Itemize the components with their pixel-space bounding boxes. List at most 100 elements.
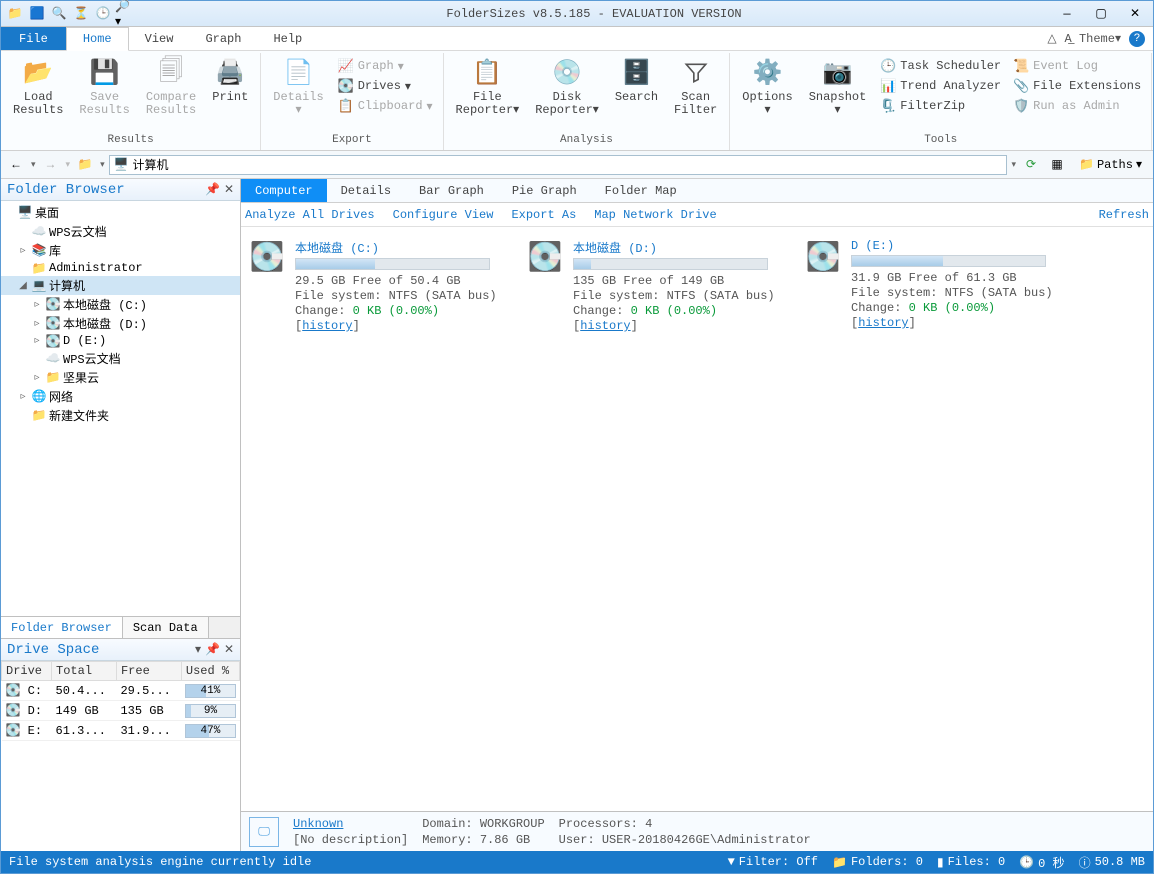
export-drives-button[interactable]: 💽Drives▾ (334, 77, 437, 95)
pin-icon[interactable]: 📌 (205, 642, 220, 657)
run-as-admin-button[interactable]: 🛡️Run as Admin (1009, 97, 1145, 115)
tree-toggle-icon[interactable]: ▹ (31, 318, 43, 330)
tree-toggle-icon[interactable]: ▹ (17, 391, 29, 403)
tree-item[interactable]: ▹ 💽 本地磁盘 (D:) (1, 314, 240, 333)
tab-folder-map[interactable]: Folder Map (591, 179, 691, 202)
task-scheduler-button[interactable]: 🕒Task Scheduler (876, 57, 1005, 75)
nav-up-button[interactable]: 📁 (74, 154, 96, 176)
event-log-button[interactable]: 📜Event Log (1009, 57, 1145, 75)
trend-analyzer-button[interactable]: 📊Trend Analyzer (876, 77, 1005, 95)
export-graph-button[interactable]: 📈Graph▾ (334, 57, 437, 75)
tree-item[interactable]: ▹ 💽 D (E:) (1, 333, 240, 349)
close-button[interactable]: ✕ (1121, 4, 1149, 24)
pin-icon[interactable]: 📌 (205, 182, 220, 197)
action-export-as[interactable]: Export As (511, 208, 576, 222)
tree-item[interactable]: 🖥️ 桌面 (1, 203, 240, 222)
history-link[interactable]: history (858, 316, 908, 330)
filterzip-button[interactable]: 🗜️FilterZip (876, 97, 1005, 115)
tree-toggle-icon[interactable]: ▹ (31, 372, 43, 384)
qat-icon-2[interactable]: 🔍 (49, 4, 69, 24)
qat-funnel-icon[interactable]: ⏳ (71, 4, 91, 24)
tab-details[interactable]: Details (327, 179, 405, 202)
tab-folder-browser[interactable]: Folder Browser (1, 617, 123, 638)
nav-forward-button[interactable]: → (40, 154, 62, 176)
tab-home[interactable]: Home (66, 27, 129, 51)
tree-item[interactable]: 📁 新建文件夹 (1, 406, 240, 425)
file-menu[interactable]: File (1, 27, 66, 50)
compare-results-button[interactable]: 🗐Compare Results (140, 55, 202, 119)
qat-zoom-icon[interactable]: 🔎▾ (115, 4, 135, 24)
qat-clock-icon[interactable]: 🕒 (93, 4, 113, 24)
tab-pie-graph[interactable]: Pie Graph (498, 179, 591, 202)
minimize-button[interactable]: — (1053, 4, 1081, 24)
action-refresh[interactable]: Refresh (1099, 208, 1149, 222)
drive-card[interactable]: 💽 D (E:) 31.9 GB Free of 61.3 GB File sy… (805, 239, 1065, 331)
maximize-button[interactable]: ▢ (1087, 4, 1115, 24)
action-configure-view[interactable]: Configure View (393, 208, 494, 222)
table-row[interactable]: 💽 D: 149 GB135 GB 9% (2, 701, 240, 721)
qat-app-icon[interactable]: 📁 (5, 4, 25, 24)
tree-toggle-icon[interactable]: ▹ (17, 245, 29, 257)
col-free[interactable]: Free (116, 662, 181, 681)
tree-item[interactable]: ◢ 💻 计算机 (1, 276, 240, 295)
tree-item[interactable]: ▹ 🌐 网络 (1, 387, 240, 406)
nav-stop-button[interactable]: ▦ (1046, 154, 1068, 176)
tree-item[interactable]: ☁️ WPS云文档 (1, 222, 240, 241)
snapshot-button[interactable]: 📷Snapshot▾ (803, 55, 873, 119)
file-extensions-button[interactable]: 📎File Extensions (1009, 77, 1145, 95)
action-map-network-drive[interactable]: Map Network Drive (594, 208, 716, 222)
tree-item[interactable]: ▹ 📁 坚果云 (1, 368, 240, 387)
table-row[interactable]: 💽 E: 61.3...31.9... 47% (2, 721, 240, 741)
nav-refresh-button[interactable]: ⟳ (1020, 154, 1042, 176)
tree-item[interactable]: ▹ 💽 本地磁盘 (C:) (1, 295, 240, 314)
export-clipboard-button[interactable]: 📋Clipboard▾ (334, 97, 437, 115)
file-icon: ▮ (937, 855, 944, 870)
chevron-down-icon[interactable]: ▾ (195, 642, 201, 657)
status-filter[interactable]: ▼Filter: Off (728, 855, 818, 869)
options-button[interactable]: ⚙️Options▾ (736, 55, 798, 119)
load-results-button[interactable]: 📂Load Results (7, 55, 69, 119)
tree-item[interactable]: ▹ 📚 库 (1, 241, 240, 260)
collapse-ribbon-icon[interactable]: △ (1047, 31, 1056, 46)
close-panel-icon[interactable]: ✕ (224, 642, 234, 657)
cloud-icon: ☁️ (31, 225, 47, 239)
hostname-link[interactable]: Unknown (293, 817, 408, 831)
table-row[interactable]: 💽 C: 50.4...29.5... 41% (2, 681, 240, 701)
tab-help[interactable]: Help (257, 27, 318, 50)
theme-selector[interactable]: A͟ Theme▾ (1065, 31, 1121, 46)
tree-toggle-icon[interactable]: ◢ (17, 280, 29, 292)
drive-card[interactable]: 💽 本地磁盘 (C:) 29.5 GB Free of 50.4 GB File… (249, 239, 509, 334)
tree-toggle-icon[interactable]: ▹ (31, 335, 43, 347)
folder-tree[interactable]: 🖥️ 桌面 ☁️ WPS云文档 ▹ 📚 库 📁 Administrator ◢ … (1, 201, 240, 616)
tab-scan-data[interactable]: Scan Data (123, 617, 209, 638)
file-reporter-button[interactable]: 📋File Reporter▾ (450, 55, 526, 119)
col-drive[interactable]: Drive (2, 662, 52, 681)
close-panel-icon[interactable]: ✕ (224, 182, 234, 197)
tree-item[interactable]: 📁 Administrator (1, 260, 240, 276)
paths-button[interactable]: 📁Paths ▾ (1072, 154, 1149, 176)
tree-item[interactable]: ☁️ WPS云文档 (1, 349, 240, 368)
history-link[interactable]: history (302, 319, 352, 333)
search-button[interactable]: 🗄️Search (609, 55, 664, 106)
main-area: Folder Browser 📌 ✕ 🖥️ 桌面 ☁️ WPS云文档 ▹ 📚 库… (1, 179, 1153, 851)
tab-graph[interactable]: Graph (189, 27, 257, 50)
disk-reporter-button[interactable]: 💿Disk Reporter▾ (529, 55, 605, 119)
col-total[interactable]: Total (52, 662, 117, 681)
address-bar[interactable]: 🖥️ 计算机 (109, 155, 1008, 175)
scan-filter-button[interactable]: Scan Filter (668, 55, 723, 119)
memory-row: Memory: 7.86 GB (422, 833, 544, 847)
action-analyze-all[interactable]: Analyze All Drives (245, 208, 375, 222)
print-button[interactable]: 🖨️Print (206, 55, 254, 106)
qat-icon-1[interactable]: 🟦 (27, 4, 47, 24)
history-link[interactable]: history (580, 319, 630, 333)
save-results-button[interactable]: 💾Save Results (73, 55, 135, 119)
col-used[interactable]: Used % (181, 662, 239, 681)
tab-view[interactable]: View (129, 27, 190, 50)
drive-card[interactable]: 💽 本地磁盘 (D:) 135 GB Free of 149 GB File s… (527, 239, 787, 334)
tree-toggle-icon[interactable]: ▹ (31, 299, 43, 311)
help-icon[interactable]: ? (1129, 31, 1145, 47)
nav-back-button[interactable]: ← (5, 154, 27, 176)
details-export-button[interactable]: 📄Details▾ (267, 55, 329, 119)
tab-bar-graph[interactable]: Bar Graph (405, 179, 498, 202)
tab-computer[interactable]: Computer (241, 179, 327, 202)
